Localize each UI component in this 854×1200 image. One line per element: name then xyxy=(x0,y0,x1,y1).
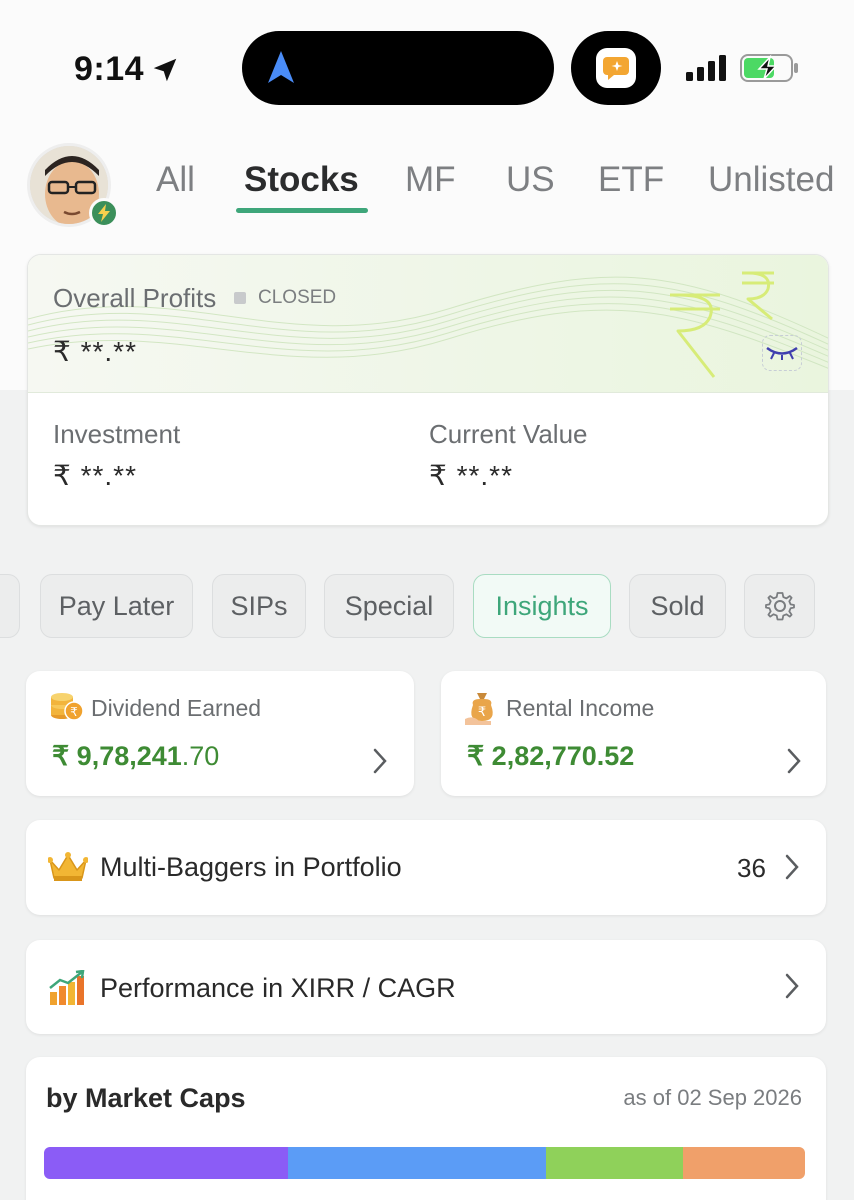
chip-insights[interactable]: Insights xyxy=(473,574,611,638)
settings-button[interactable] xyxy=(744,574,815,638)
market-caps-date: as of 02 Sep 2026 xyxy=(623,1085,802,1110)
status-indicator xyxy=(234,292,246,304)
bar-chart-icon xyxy=(49,970,85,1005)
investment-label: Investment xyxy=(53,419,181,449)
navigation-icon xyxy=(268,51,294,83)
performance-row[interactable]: Performance in XIRR / CAGR xyxy=(26,940,826,1034)
investment-value: ₹ **.** xyxy=(53,460,137,491)
status-time: 9:14 xyxy=(74,50,180,89)
market-cap-segment-4 xyxy=(683,1147,805,1179)
dynamic-island xyxy=(242,31,554,105)
chip-sold[interactable]: Sold xyxy=(629,574,726,638)
location-arrow-icon xyxy=(153,58,177,81)
tab-mf[interactable]: MF xyxy=(405,160,456,200)
messages-app-icon xyxy=(596,48,636,88)
chevron-right-icon xyxy=(787,748,801,774)
dividend-earned-card[interactable]: ₹ Dividend Earned ₹ 9,78,241.70 xyxy=(26,671,414,796)
performance-label: Performance in XIRR / CAGR xyxy=(100,973,456,1003)
tab-stocks[interactable]: Stocks xyxy=(244,160,359,200)
tab-all[interactable]: All xyxy=(156,160,195,200)
tab-unlisted[interactable]: Unlisted xyxy=(708,160,834,200)
multi-baggers-count: 36 xyxy=(737,853,766,883)
tab-etf[interactable]: ETF xyxy=(598,160,664,200)
market-cap-segment-2 xyxy=(287,1147,547,1179)
live-activity xyxy=(571,31,661,105)
hide-values-eye-icon[interactable] xyxy=(762,335,802,371)
multi-baggers-label: Multi-Baggers in Portfolio xyxy=(100,852,402,882)
current-value-value: ₹ **.** xyxy=(429,460,513,491)
status-icons xyxy=(686,54,800,82)
gear-icon xyxy=(764,592,795,621)
chevron-right-icon xyxy=(785,854,799,880)
dividend-earned-value: ₹ 9,78,241.70 xyxy=(52,741,220,771)
tab-us[interactable]: US xyxy=(506,160,555,200)
overall-profits-value: ₹ **.** xyxy=(53,336,137,367)
chip-special[interactable]: Special xyxy=(324,574,454,638)
multi-baggers-row[interactable]: Multi-Baggers in Portfolio 36 xyxy=(26,820,826,915)
market-cap-segment-3 xyxy=(546,1147,684,1179)
crown-icon xyxy=(48,852,88,881)
rental-income-label: Rental Income xyxy=(506,695,655,721)
chip-partial[interactable] xyxy=(0,574,20,638)
active-tab-indicator xyxy=(236,208,368,213)
dividend-earned-label: Dividend Earned xyxy=(91,695,262,721)
chip-sips[interactable]: SIPs xyxy=(212,574,306,638)
chevron-right-icon xyxy=(373,748,387,774)
wave-pattern xyxy=(28,271,828,378)
market-cap-segment-1 xyxy=(44,1147,288,1179)
current-value-label: Current Value xyxy=(429,419,588,449)
overall-profits-card: Overall Profits CLOSED ₹ **.** Investmen… xyxy=(27,254,829,526)
overall-profits-label: Overall Profits xyxy=(53,283,217,313)
battery-charging-icon xyxy=(740,54,798,82)
chip-pay-later[interactable]: Pay Later xyxy=(40,574,193,638)
market-caps-card[interactable]: by Market Caps as of 02 Sep 2026 xyxy=(26,1057,826,1200)
chevron-right-icon xyxy=(785,973,799,999)
market-caps-bar xyxy=(44,1147,805,1179)
signal-icon xyxy=(686,55,726,81)
market-status: CLOSED xyxy=(234,287,336,309)
lightning-badge-icon xyxy=(89,198,119,228)
money-bag-icon: ₹ xyxy=(465,693,493,725)
svg-text:₹: ₹ xyxy=(478,705,486,720)
market-caps-title: by Market Caps xyxy=(46,1083,246,1113)
rental-income-card[interactable]: ₹ Rental Income ₹ 2,82,770.52 xyxy=(441,671,826,796)
profits-summary: Overall Profits CLOSED ₹ **.** xyxy=(28,255,828,393)
coins-icon: ₹ xyxy=(51,693,84,721)
rental-income-value: ₹ 2,82,770.52 xyxy=(467,741,635,771)
svg-text:₹: ₹ xyxy=(70,705,78,719)
